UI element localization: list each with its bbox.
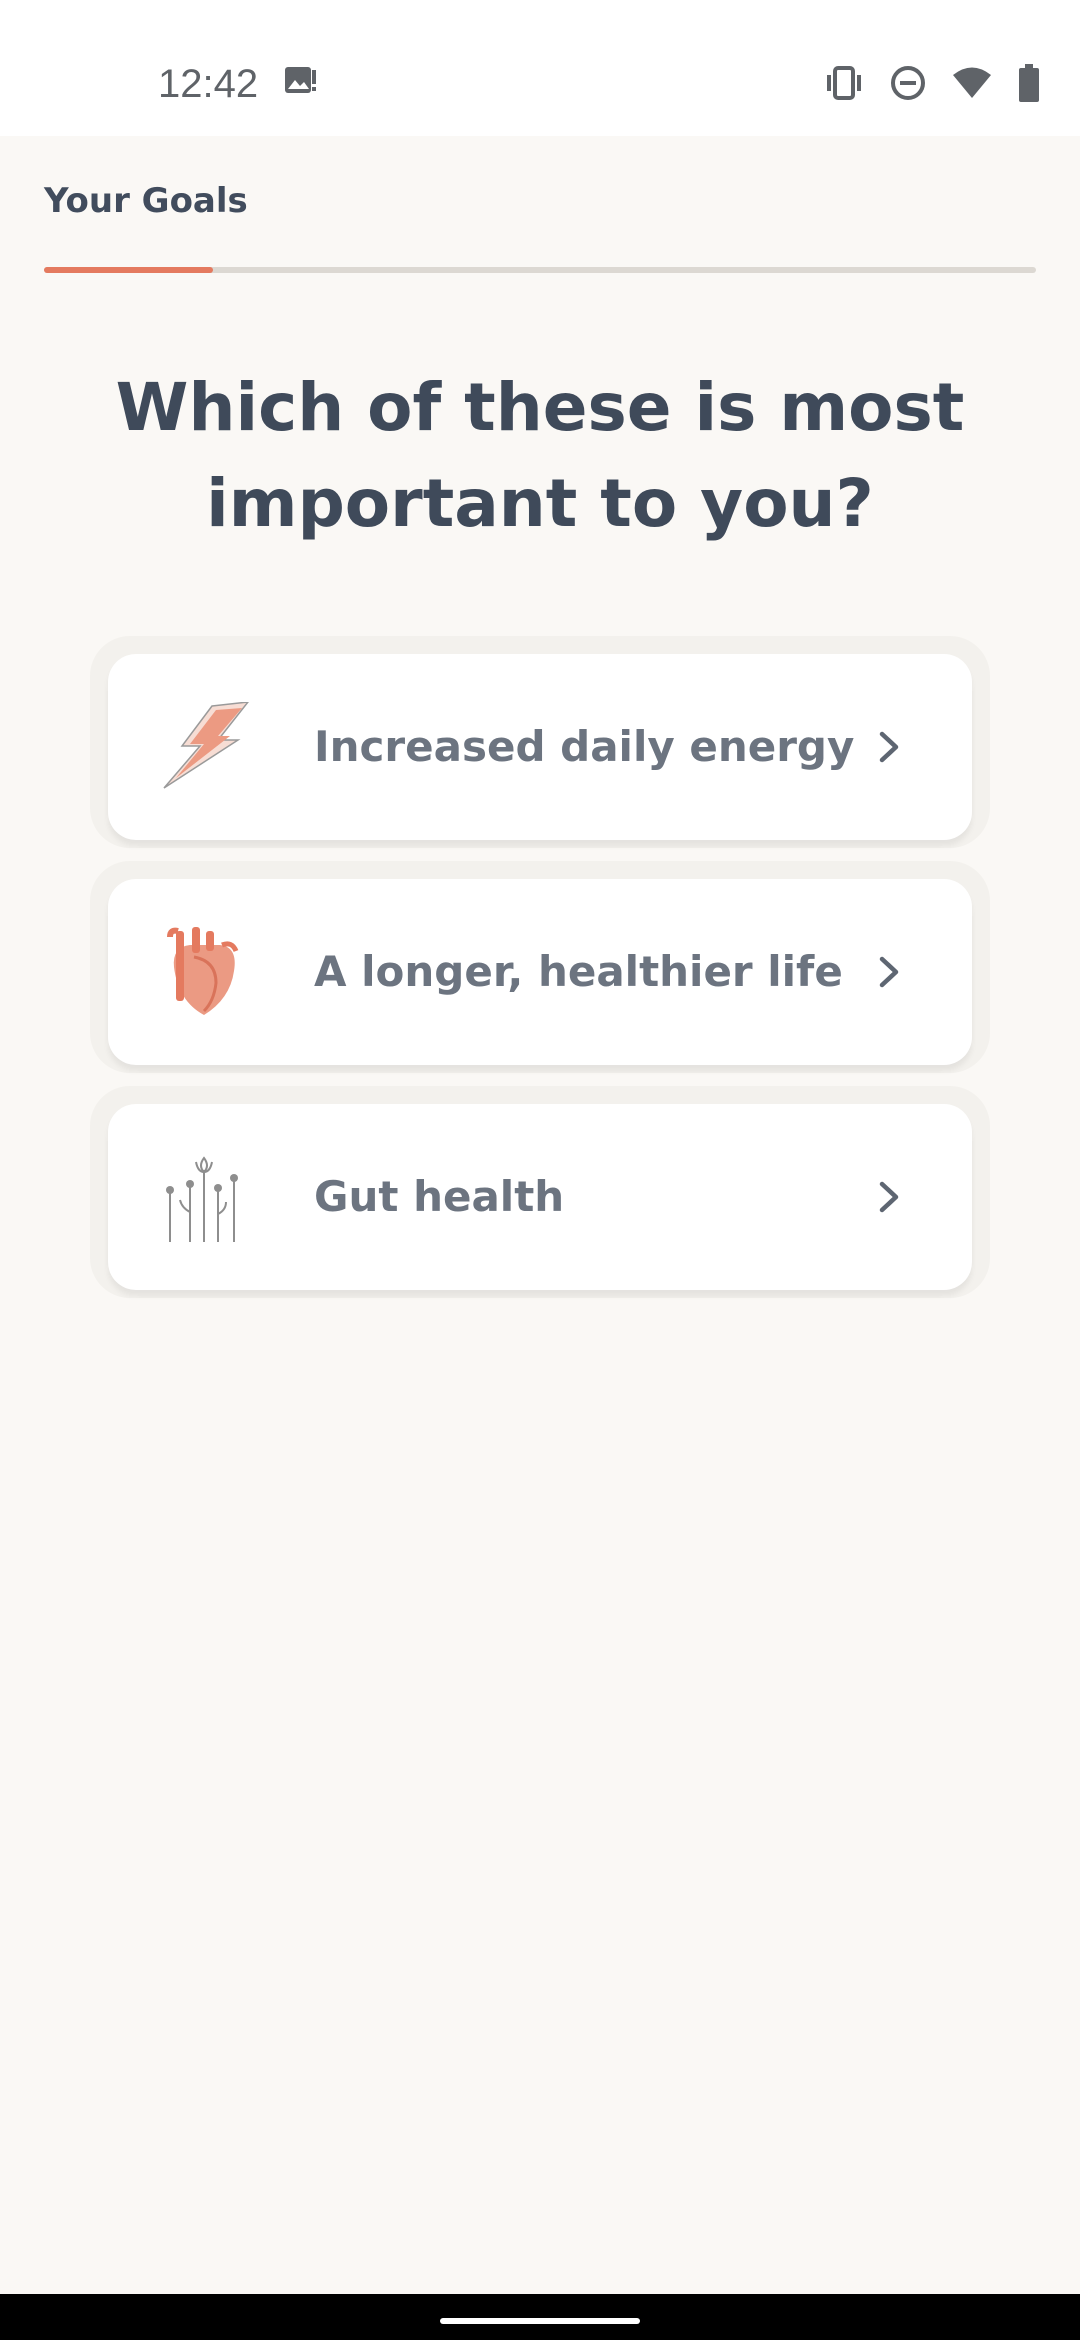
chevron-right-icon <box>872 955 906 989</box>
question-heading: Which of these is most important to you? <box>115 369 965 542</box>
vibrate-icon <box>824 66 864 100</box>
option-longer-healthier-life[interactable]: A longer, healthier life <box>108 879 972 1065</box>
home-gesture-handle[interactable] <box>440 2318 640 2324</box>
flowers-icon <box>160 1152 250 1242</box>
option-wrapper: Gut health <box>90 1086 990 1298</box>
image-alert-icon <box>284 64 318 98</box>
option-gut-health[interactable]: Gut health <box>108 1104 972 1290</box>
status-icons <box>824 62 1040 104</box>
option-label: Increased daily energy <box>314 722 855 771</box>
page-title: Your Goals <box>44 181 248 221</box>
option-increased-energy[interactable]: Increased daily energy <box>108 654 972 840</box>
option-wrapper: A longer, healthier life <box>90 861 990 1073</box>
status-bar: 12:42 <box>0 0 1080 136</box>
chevron-right-icon <box>872 1180 906 1214</box>
status-time: 12:42 <box>158 62 259 106</box>
battery-icon <box>1018 64 1040 102</box>
wifi-icon <box>952 66 992 100</box>
chevron-right-icon <box>872 730 906 764</box>
heart-anatomy-icon <box>160 927 250 1017</box>
option-label: A longer, healthier life <box>314 947 843 996</box>
navigation-bar <box>0 2294 1080 2340</box>
option-label: Gut health <box>314 1172 565 1221</box>
lightning-bolt-icon <box>160 701 250 792</box>
option-wrapper: Increased daily energy <box>90 636 990 848</box>
progress-bar <box>44 267 1036 273</box>
progress-fill <box>44 267 213 273</box>
do-not-disturb-icon <box>890 65 926 101</box>
